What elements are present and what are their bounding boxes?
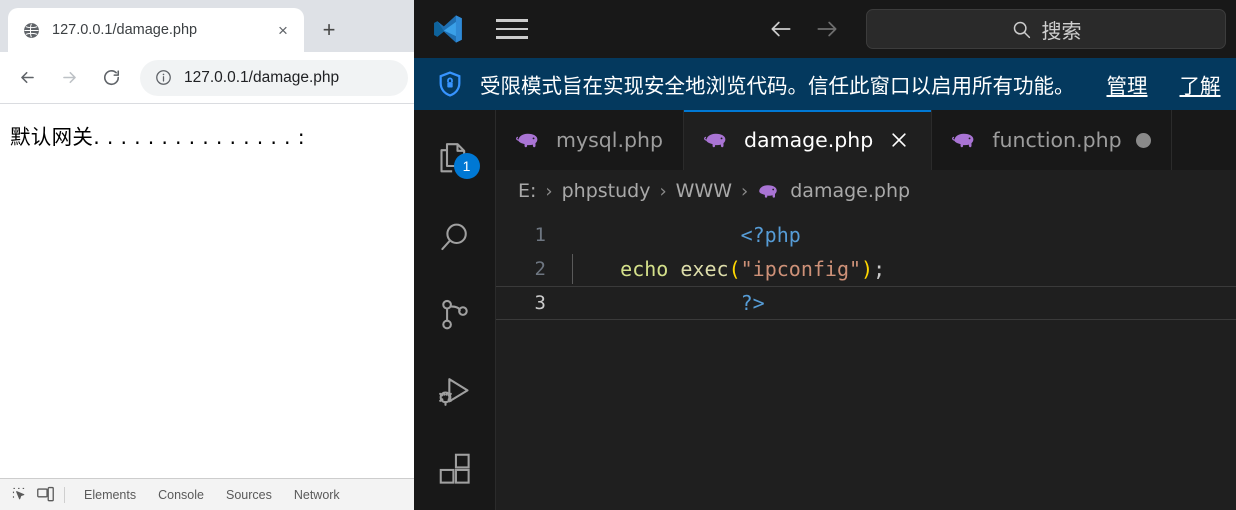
activity-bar-item-source-control[interactable] [414,278,496,355]
page-text-line: 默认网关. . . . . . . . . . . . . . . : [10,125,305,149]
activity-bar-item-run-and-debug[interactable] [414,356,496,433]
search-icon [436,218,474,261]
browser-tabstrip: 127.0.0.1/damage.php × + [0,0,414,52]
banner-manage-link[interactable]: 管理 [1107,69,1148,99]
info-circle-icon[interactable] [154,69,172,87]
chevron-right-icon: › [545,180,553,202]
editor-tab-function[interactable]: function.php [932,110,1172,170]
explorer-badge-count: 1 [453,153,480,180]
workspace-trust-banner: 受限模式旨在实现安全地浏览代码。信任此窗口以启用所有功能。 管理 了解 [414,58,1236,110]
chevron-right-icon: › [741,180,749,202]
browser-tab[interactable]: 127.0.0.1/damage.php × [8,8,304,52]
new-tab-button[interactable]: + [312,13,346,47]
token-php-open-tag: <?php [740,223,801,247]
inspect-element-icon[interactable] [6,483,32,507]
forward-button[interactable] [52,61,86,95]
activity-bar: 1 [414,110,496,510]
line-number: 3 [534,292,546,314]
editor-tab-mysql[interactable]: mysql.php [496,110,685,170]
back-button[interactable] [10,61,44,95]
command-center-search[interactable]: 搜索 [866,9,1226,49]
line-number: 1 [534,224,546,246]
line-number: 2 [534,258,546,280]
search-placeholder: 搜索 [1041,18,1082,43]
browser-navbar: 127.0.0.1/damage.php [0,52,414,104]
close-icon[interactable] [887,128,911,152]
php-elephant-icon [704,130,730,150]
php-elephant-icon [757,182,781,200]
code-line-1: 1 <?php [496,218,1236,252]
breadcrumb-folder-www[interactable]: WWW [676,180,732,202]
activity-bar-item-extensions[interactable] [414,433,496,510]
devtools-tab-network[interactable]: Network [283,488,351,502]
vscode-forward-button[interactable] [804,9,850,49]
token-semicolon: ; [873,257,886,281]
breadcrumb-drive[interactable]: E: [518,180,536,202]
editor-area: mysql.php damage.php function.php E: › p… [496,110,1236,510]
page-viewport: 默认网关. . . . . . . . . . . . . . . : [0,104,414,484]
chrome-browser-window: 127.0.0.1/damage.php × + 127.0.0.1/damag… [0,0,414,510]
address-bar[interactable]: 127.0.0.1/damage.php [140,59,408,96]
code-line-content: ?> [568,267,765,339]
vscode-body: 1 mysql.php damage.php function.php E: ›… [414,110,1236,510]
activity-bar-item-explorer[interactable]: 1 [414,124,496,201]
breadcrumb-file[interactable]: damage.php [790,180,910,202]
hamburger-menu-icon[interactable] [490,9,534,49]
editor-tabbar: mysql.php damage.php function.php [496,110,1236,170]
vscode-titlebar: 搜索 [414,0,1236,58]
banner-learn-link[interactable]: 了解 [1180,69,1221,99]
vscode-window: 搜索 受限模式旨在实现安全地浏览代码。信任此窗口以启用所有功能。 管理 了解 1… [414,0,1236,510]
run-debug-icon [435,372,475,417]
unsaved-indicator[interactable] [1135,132,1151,148]
search-icon [1011,19,1032,40]
globe-icon [22,21,40,39]
vscode-back-button[interactable] [758,9,804,49]
devtools-tab-elements[interactable]: Elements [73,488,147,502]
code-line-3: 3 ?> [496,286,1236,320]
screen: 127.0.0.1/damage.php × + 127.0.0.1/damag… [0,0,1236,510]
address-bar-url: 127.0.0.1/damage.php [184,68,340,86]
toolbar-divider [64,486,65,503]
browser-tab-title: 127.0.0.1/damage.php [52,22,198,38]
shield-lock-icon [436,70,464,98]
editor-tab-damage[interactable]: damage.php [684,110,933,170]
php-elephant-icon [516,130,542,150]
close-icon[interactable]: × [270,17,296,43]
devtools-tab-sources[interactable]: Sources [215,488,283,502]
token-php-close-tag: ?> [740,291,765,315]
source-control-icon [436,296,474,339]
php-elephant-icon [952,130,978,150]
devtools-tab-console[interactable]: Console [147,488,215,502]
editor-tab-label: damage.php [744,128,874,152]
chevron-right-icon: › [659,180,667,202]
extensions-icon [436,450,474,493]
vscode-logo-icon [430,11,466,47]
devtools-toolbar: Elements Console Sources Network [0,478,414,510]
editor-tab-label: mysql.php [556,128,664,152]
breadcrumb-folder-phpstudy[interactable]: phpstudy [562,180,651,202]
reload-button[interactable] [94,61,128,95]
vscode-nav-zone: 搜索 [758,9,1226,49]
banner-message: 受限模式旨在实现安全地浏览代码。信任此窗口以启用所有功能。 [480,74,1075,98]
code-editor[interactable]: 1 <?php 2 echo exec("ipconfig"); 3 ?> [496,212,1236,510]
activity-bar-item-search[interactable] [414,201,496,278]
breadcrumb: E: › phpstudy › WWW › damage.php [496,170,1236,212]
editor-tab-label: function.php [992,128,1122,152]
device-toolbar-icon[interactable] [32,483,58,507]
token-close-paren: ) [861,257,874,281]
